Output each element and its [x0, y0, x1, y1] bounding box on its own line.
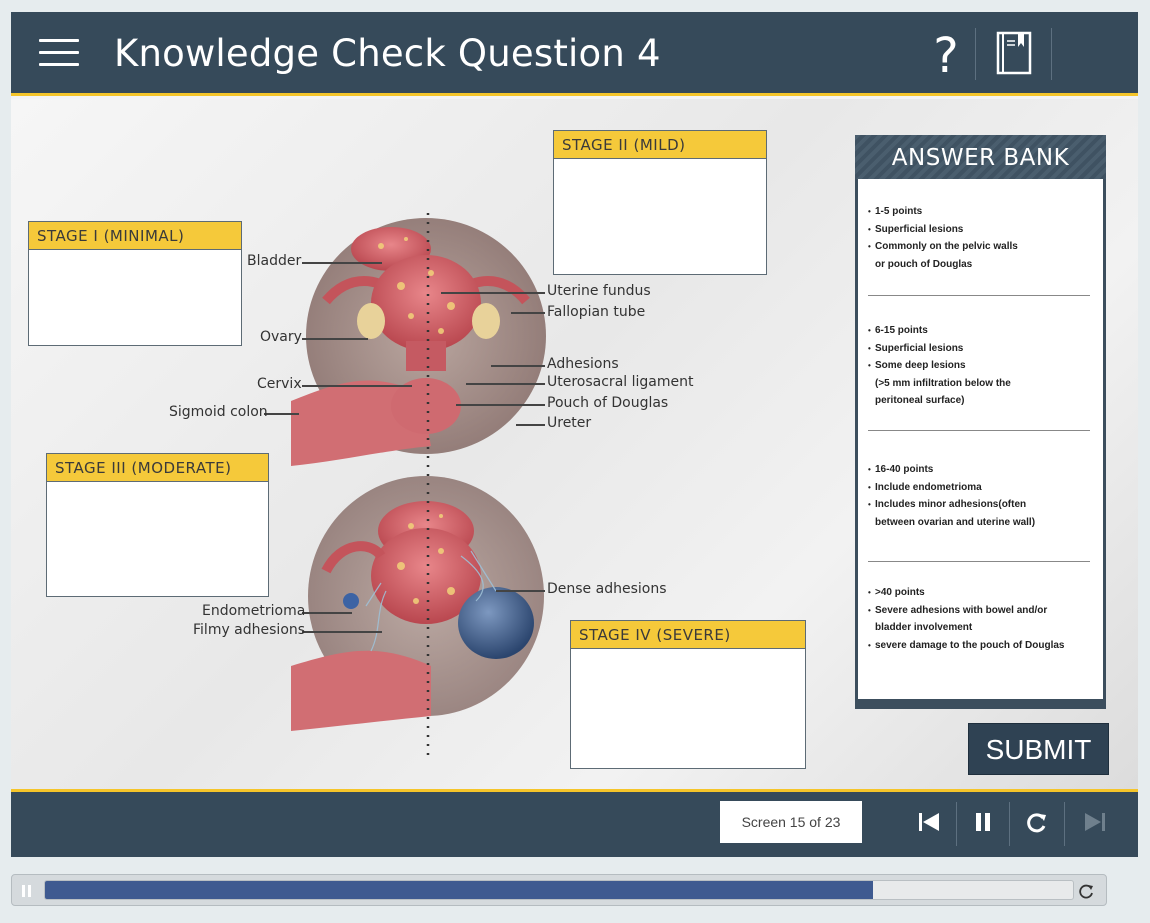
progress-fill [45, 881, 873, 899]
answer-item: between ovarian and uterine wall) [875, 516, 1036, 528]
stage-2-title: STAGE II (MILD) [554, 131, 766, 159]
help-icon[interactable]: ? [926, 28, 966, 84]
answer-item: or pouch of Douglas [875, 258, 973, 270]
answer-item: (>5 mm infiltration below the [875, 377, 1011, 389]
progress-track[interactable] [44, 880, 1074, 900]
header-divider [1051, 28, 1052, 80]
answer-card[interactable]: 16-40 points Include endometrioma Includ… [868, 461, 1093, 531]
answer-item: peritoneal surface) [875, 395, 965, 406]
answer-item: Includes minor adhesions(often [868, 496, 1093, 514]
stage-1-dropzone[interactable]: STAGE I (MINIMAL) [28, 221, 242, 346]
answer-item: 16-40 points [868, 461, 1093, 479]
answer-item: Severe adhesions with bowel and/or [868, 602, 1093, 620]
label-pouch-of-douglas: Pouch of Douglas [547, 395, 669, 411]
skip-back-icon[interactable] [905, 802, 953, 842]
footer-divider [956, 802, 957, 846]
playback-progress [11, 874, 1107, 906]
answer-item: >40 points [868, 584, 1093, 602]
footer-divider [1064, 802, 1065, 846]
answer-bank-title: ANSWER BANK [855, 135, 1106, 179]
answer-item: Some deep lesions [868, 357, 1093, 375]
answer-bank-list: 1-5 points Superficial lesions Commonly … [858, 179, 1103, 699]
label-filmy-adhesions: Filmy adhesions [193, 622, 306, 638]
label-fallopian-tube: Fallopian tube [547, 304, 646, 320]
answer-card[interactable]: 6-15 points Superficial lesions Some dee… [868, 322, 1093, 410]
label-bladder: Bladder [247, 253, 302, 269]
divider [868, 561, 1090, 562]
stage-4-title: STAGE IV (SEVERE) [571, 621, 805, 649]
divider [868, 430, 1090, 431]
glossary-book-icon[interactable] [995, 30, 1035, 76]
stage-1-title: STAGE I (MINIMAL) [29, 222, 241, 250]
label-dense-adhesions: Dense adhesions [547, 581, 667, 597]
stage-3-dropzone[interactable]: STAGE III (MODERATE) [46, 453, 269, 597]
answer-card[interactable]: >40 points Severe adhesions with bowel a… [868, 584, 1093, 654]
label-endometrioma: Endometrioma [202, 603, 306, 619]
divider [868, 295, 1090, 296]
submit-button[interactable]: SUBMIT [968, 723, 1109, 775]
question-area: Bladder Ovary Cervix Sigmoid colon Uteri… [11, 99, 1138, 789]
mini-pause-icon[interactable] [20, 883, 34, 899]
label-uterine-fundus: Uterine fundus [547, 283, 651, 299]
footer-bar: Screen 15 of 23 [11, 789, 1138, 857]
answer-item: Superficial lesions [868, 340, 1093, 358]
screen-counter: Screen 15 of 23 [720, 801, 862, 843]
label-cervix: Cervix [257, 376, 302, 392]
answer-bank: ANSWER BANK 1-5 points Superficial lesio… [855, 135, 1106, 709]
course-player: Knowledge Check Question 4 ? Bladder Ova… [11, 12, 1138, 857]
pause-icon[interactable] [959, 802, 1007, 842]
header-bar: Knowledge Check Question 4 ? [11, 12, 1138, 96]
replay-icon[interactable] [1013, 802, 1061, 842]
pelvic-anatomy-illustration [291, 213, 546, 759]
answer-item: Superficial lesions [868, 221, 1093, 239]
answer-item: Include endometrioma [868, 479, 1093, 497]
mini-replay-icon[interactable] [1076, 881, 1096, 901]
label-sigmoid-colon: Sigmoid colon [169, 404, 268, 420]
answer-item: Commonly on the pelvic walls [868, 238, 1093, 256]
answer-item: 6-15 points [868, 322, 1093, 340]
label-ureter: Ureter [547, 415, 592, 431]
answer-item: bladder involvement [875, 622, 973, 633]
footer-divider [1009, 802, 1010, 846]
label-ovary: Ovary [260, 329, 302, 345]
stage-2-dropzone[interactable]: STAGE II (MILD) [553, 130, 767, 275]
menu-icon[interactable] [39, 38, 81, 70]
answer-item: severe damage to the pouch of Douglas [868, 637, 1093, 655]
stage-3-title: STAGE III (MODERATE) [47, 454, 268, 482]
answer-card[interactable]: 1-5 points Superficial lesions Commonly … [868, 203, 1093, 273]
header-divider [975, 28, 976, 80]
page-title: Knowledge Check Question 4 [114, 32, 661, 75]
answer-item: 1-5 points [868, 203, 1093, 221]
stage-4-dropzone[interactable]: STAGE IV (SEVERE) [570, 620, 806, 769]
skip-forward-icon[interactable] [1071, 802, 1119, 842]
label-uterosacral-ligament: Uterosacral ligament [547, 374, 694, 390]
label-adhesions: Adhesions [547, 356, 619, 372]
